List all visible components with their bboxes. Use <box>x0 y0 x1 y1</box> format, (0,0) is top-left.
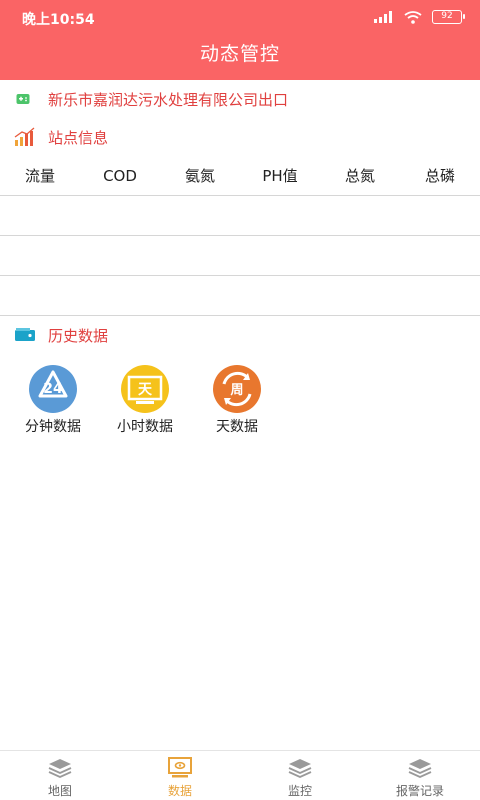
tab-monitor-label: 监控 <box>287 784 312 798</box>
bar-chart-icon <box>14 127 35 146</box>
column-ammonia: 氨氮 <box>184 167 215 185</box>
history-items: 24 分钟数据 天 小时数据 周 天数据 <box>18 364 272 436</box>
table-row <box>0 236 480 276</box>
status-bar: 晚上10:54 92 <box>0 0 480 34</box>
layers-icon <box>48 759 72 778</box>
bottom-tab-bar: 地图 数据 监控 报警记录 <box>0 750 480 800</box>
wifi-icon <box>404 10 422 24</box>
recycle-24-icon: 24 <box>29 365 77 413</box>
day-data-button[interactable]: 周 天数据 <box>202 364 272 436</box>
site-name: 新乐市嘉润达污水处理有限公司出口 <box>48 90 289 109</box>
hour-data-button[interactable]: 天 小时数据 <box>110 364 180 436</box>
battery-level: 92 <box>441 11 453 21</box>
week-cycle-icon: 周 <box>213 365 261 413</box>
status-time: 晚上10:54 <box>22 12 95 28</box>
hour-data-label: 小时数据 <box>117 419 173 435</box>
wallet-icon <box>15 328 35 341</box>
battery-icon: 92 <box>432 10 465 24</box>
station-info-title: 站点信息 <box>48 128 109 147</box>
page-title: 动态管控 <box>0 34 480 80</box>
monitor-icon <box>168 757 192 778</box>
column-total-phosphorus: 总磷 <box>424 167 455 185</box>
day-badge: 周 <box>230 383 243 398</box>
layers-icon <box>408 759 432 778</box>
column-total-nitrogen: 总氮 <box>344 167 375 185</box>
layers-icon <box>288 759 312 778</box>
tab-data-label: 数据 <box>167 784 192 798</box>
tab-map[interactable]: 地图 <box>0 751 120 800</box>
minute-badge: 24 <box>43 381 63 397</box>
tab-alarm-records-label: 报警记录 <box>395 784 444 798</box>
table-row <box>0 196 480 236</box>
minute-data-label: 分钟数据 <box>25 419 81 435</box>
column-flow: 流量 <box>24 167 55 185</box>
station-info-header: 站点信息 <box>0 119 480 155</box>
table-row <box>0 276 480 316</box>
gamepad-icon <box>16 94 30 104</box>
column-ph: PH值 <box>262 167 298 185</box>
history-header: 历史数据 <box>0 317 480 353</box>
history-title: 历史数据 <box>48 326 109 345</box>
station-table-header: 流量 COD 氨氮 PH值 总氮 总磷 <box>0 158 480 196</box>
tab-monitor[interactable]: 监控 <box>240 751 360 800</box>
day-data-label: 天数据 <box>216 419 258 435</box>
minute-data-button[interactable]: 24 分钟数据 <box>18 364 88 436</box>
site-row[interactable]: 新乐市嘉润达污水处理有限公司出口 <box>0 80 480 118</box>
tab-alarm-records[interactable]: 报警记录 <box>360 751 480 800</box>
status-icons: 92 <box>374 9 465 25</box>
tab-data[interactable]: 数据 <box>120 751 240 800</box>
tab-map-label: 地图 <box>47 784 72 798</box>
hour-badge: 天 <box>138 382 153 398</box>
column-cod: COD <box>103 167 137 185</box>
signal-icon <box>374 11 392 23</box>
calendar-day-icon: 天 <box>121 365 169 413</box>
